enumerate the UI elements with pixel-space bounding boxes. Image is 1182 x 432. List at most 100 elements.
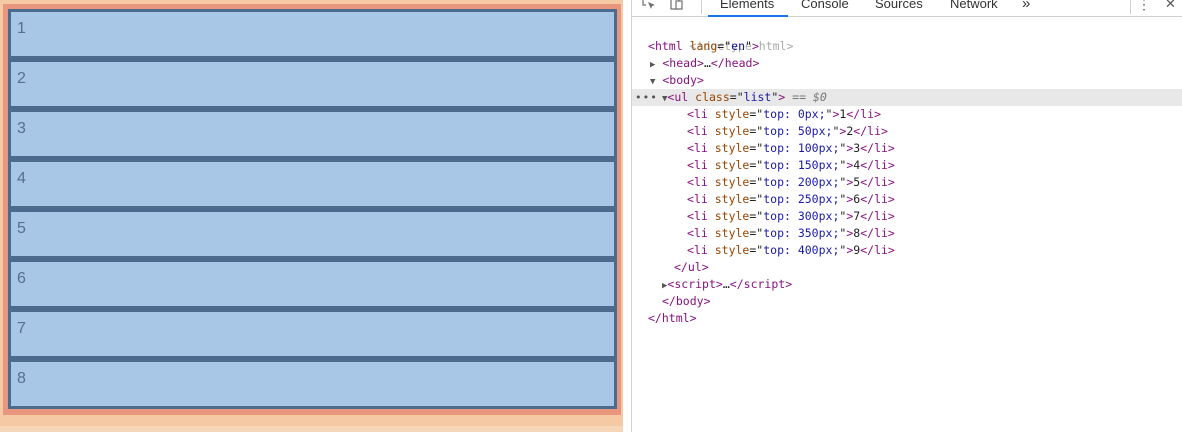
list-item: 2	[8, 59, 617, 109]
tab-console[interactable]: Console	[801, 0, 849, 13]
li-attr: style	[714, 107, 750, 121]
li-tag: li	[693, 243, 708, 257]
tab-elements[interactable]: Elements	[720, 0, 774, 13]
elements-tree: ••• <!doctype html> <html lang="en"> ▶ <…	[632, 18, 1182, 432]
dom-line-head[interactable]: ▶ <head>…</head>	[650, 55, 759, 72]
li-tag: li	[693, 107, 708, 121]
dom-line-body-close[interactable]: </body>	[662, 293, 711, 310]
close-icon[interactable]: ✕	[1165, 0, 1176, 13]
toolbar-divider	[1130, 0, 1131, 14]
li-attr: style	[714, 192, 750, 206]
list-item: 6	[8, 259, 617, 309]
li-tag: li	[693, 192, 708, 206]
list-item: 3	[8, 109, 617, 159]
body-close-tag: body	[675, 294, 704, 308]
html-attr-value: en	[731, 39, 745, 53]
node-actions-icon[interactable]: •••	[635, 89, 658, 106]
li-close-tag: li	[874, 175, 888, 189]
dom-line-li[interactable]: <li style="top: 150px;">4</li>	[687, 157, 895, 174]
ul-attr: class	[695, 90, 730, 104]
tab-sources[interactable]: Sources	[875, 0, 923, 13]
list-item: 4	[8, 159, 617, 209]
li-style-value: top: 50px;	[763, 124, 833, 138]
dom-line-html-close[interactable]: </html>	[648, 310, 697, 327]
li-close-tag: li	[874, 226, 888, 240]
dom-line-script[interactable]: ▶<script>…</script>	[662, 276, 792, 293]
body-tag: body	[669, 73, 697, 87]
collapse-triangle-icon[interactable]: ▼	[650, 77, 655, 87]
li-tag: li	[693, 124, 708, 138]
li-attr: style	[714, 141, 750, 155]
li-style-value: top: 250px;	[763, 192, 840, 206]
menu-icon[interactable]: ⋮	[1137, 0, 1151, 13]
dom-line-ul-close[interactable]: </ul>	[674, 259, 709, 276]
page-bottom-edge	[0, 426, 623, 432]
ul-tag: ul	[674, 90, 689, 104]
dom-line-li[interactable]: <li style="top: 100px;">3</li>	[687, 140, 895, 157]
list: 1 2 3 4 5 6 7 8	[3, 4, 621, 415]
li-attr: style	[714, 209, 750, 223]
li-style-value: top: 100px;	[763, 141, 840, 155]
head-close-tag: head	[724, 56, 753, 70]
li-attr: style	[714, 226, 750, 240]
dom-line-li[interactable]: <li style="top: 400px;">9</li>	[687, 242, 895, 259]
head-ellipsis: …	[703, 56, 711, 70]
dom-line-doctype[interactable]: <!doctype html>	[648, 21, 794, 53]
li-style-value: top: 0px;	[763, 107, 826, 121]
li-style-value: top: 350px;	[763, 226, 840, 240]
li-style-value: top: 200px;	[763, 175, 840, 189]
li-close-tag: li	[874, 243, 888, 257]
li-attr: style	[714, 175, 750, 189]
list-item: 5	[8, 209, 617, 259]
li-close-tag: li	[874, 192, 888, 206]
list-item: 1	[8, 9, 617, 59]
li-style-value: top: 400px;	[763, 243, 840, 257]
html-attr: lang	[689, 39, 718, 53]
li-style-value: top: 300px;	[763, 209, 840, 223]
script-close-tag: script	[743, 277, 786, 291]
li-close-tag: li	[874, 141, 888, 155]
page-viewport: 1 2 3 4 5 6 7 8	[0, 0, 623, 432]
li-style-value: top: 150px;	[763, 158, 840, 172]
devtools-panel: Elements Console Sources Network » ⋮ ✕ •…	[631, 0, 1182, 432]
html-tag: html	[654, 39, 683, 53]
li-tag: li	[693, 226, 708, 240]
script-ellipsis: …	[722, 277, 730, 291]
li-attr: style	[714, 243, 750, 257]
dom-line-li[interactable]: <li style="top: 0px;">1</li>	[687, 106, 881, 123]
active-tab-indicator	[708, 15, 788, 17]
ul-attr-value: list	[743, 90, 772, 104]
toolbar-divider	[701, 0, 702, 14]
li-attr: style	[714, 158, 750, 172]
expand-triangle-icon[interactable]: ▶	[650, 60, 655, 70]
li-tag: li	[693, 175, 708, 189]
dom-line-body[interactable]: ▼ <body>	[650, 72, 704, 89]
li-close-tag: li	[860, 107, 875, 121]
script-tag: script	[674, 277, 716, 291]
head-tag: head	[669, 56, 697, 70]
li-tag: li	[693, 158, 708, 172]
li-attr: style	[714, 124, 750, 138]
device-toolbar-icon[interactable]	[670, 0, 684, 15]
dom-line-li[interactable]: <li style="top: 300px;">7</li>	[687, 208, 895, 225]
li-close-tag: li	[874, 209, 888, 223]
dom-line-ul[interactable]: ▼<ul class="list"> == $0	[662, 89, 827, 106]
html-close-tag: html	[661, 311, 690, 325]
dom-line-li[interactable]: <li style="top: 250px;">6</li>	[687, 191, 895, 208]
more-tabs-icon[interactable]: »	[1022, 0, 1030, 13]
ul-close-tag: ul	[687, 260, 702, 274]
dom-line-html[interactable]: <html lang="en">	[648, 38, 759, 55]
li-tag: li	[693, 141, 708, 155]
tab-network[interactable]: Network	[950, 0, 998, 13]
inspect-element-icon[interactable]	[642, 0, 656, 15]
li-tag: li	[693, 209, 708, 223]
selected-marker: == $0	[792, 90, 827, 104]
li-close-tag: li	[874, 158, 888, 172]
devtools-toolbar: Elements Console Sources Network » ⋮ ✕	[632, 0, 1182, 17]
li-close-tag: li	[867, 124, 881, 138]
list-item: 8	[8, 359, 617, 409]
list-item: 7	[8, 309, 617, 359]
dom-line-li[interactable]: <li style="top: 50px;">2</li>	[687, 123, 888, 140]
dom-line-li[interactable]: <li style="top: 200px;">5</li>	[687, 174, 895, 191]
dom-line-li[interactable]: <li style="top: 350px;">8</li>	[687, 225, 895, 242]
